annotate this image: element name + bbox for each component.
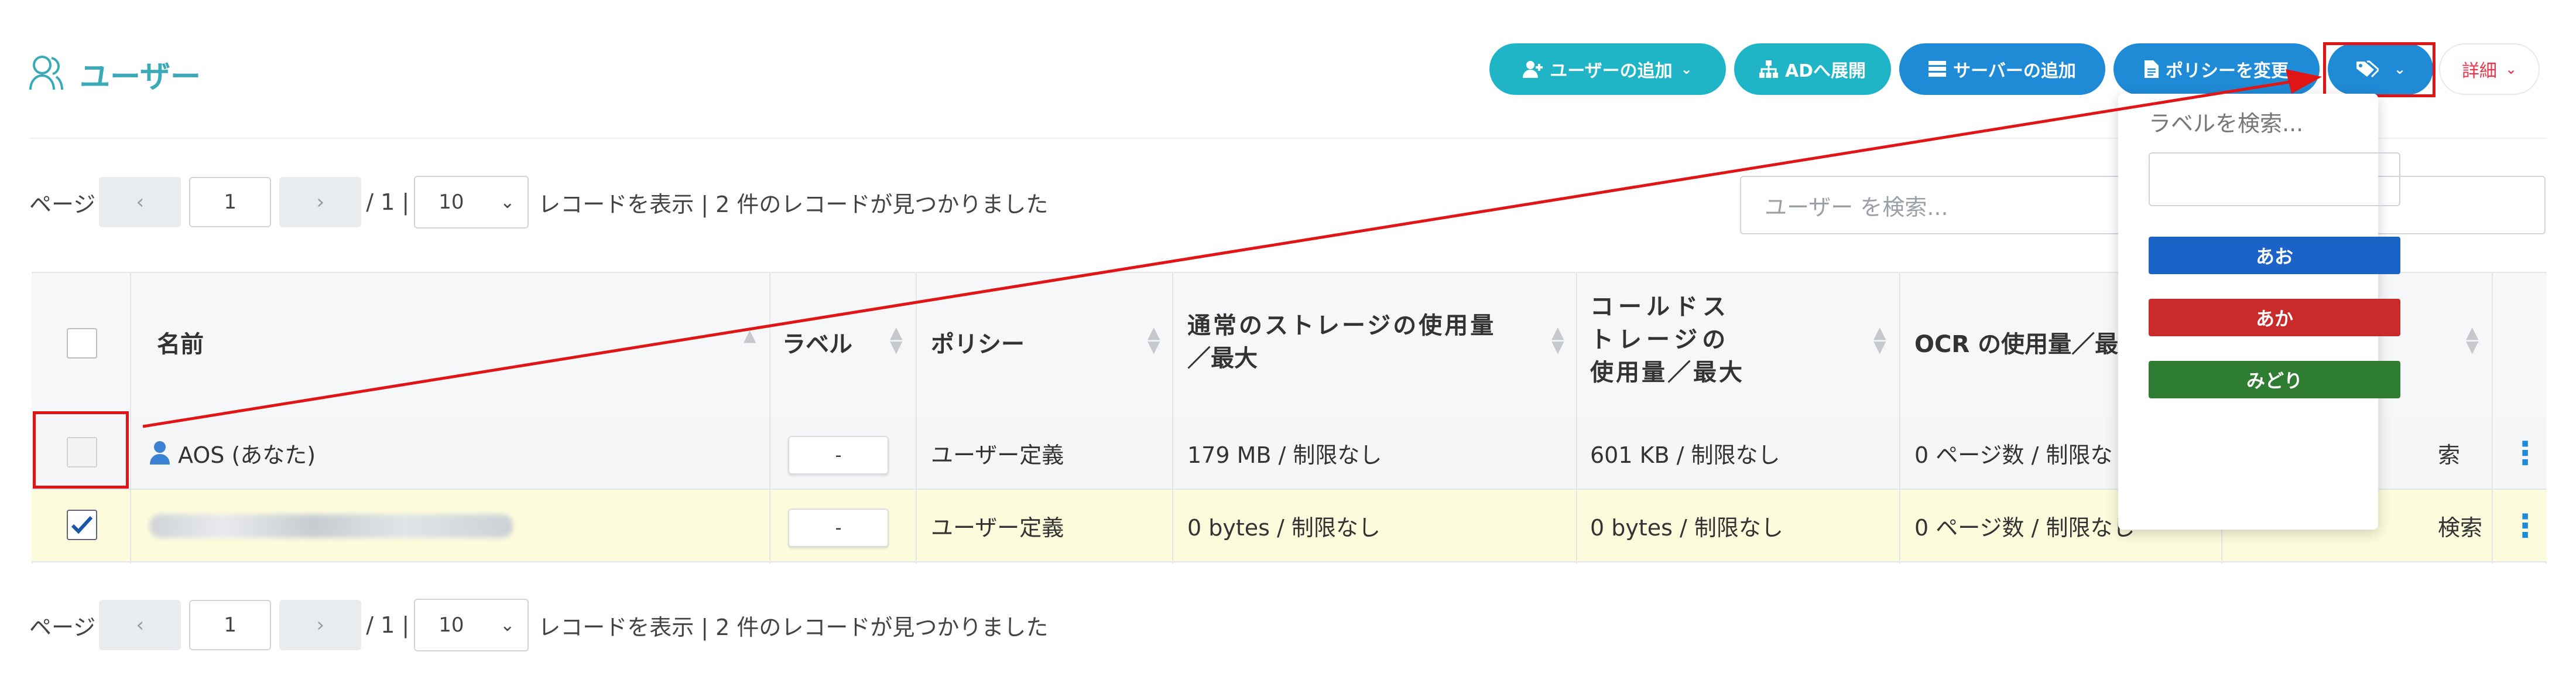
annotation-arrow	[142, 69, 2322, 428]
